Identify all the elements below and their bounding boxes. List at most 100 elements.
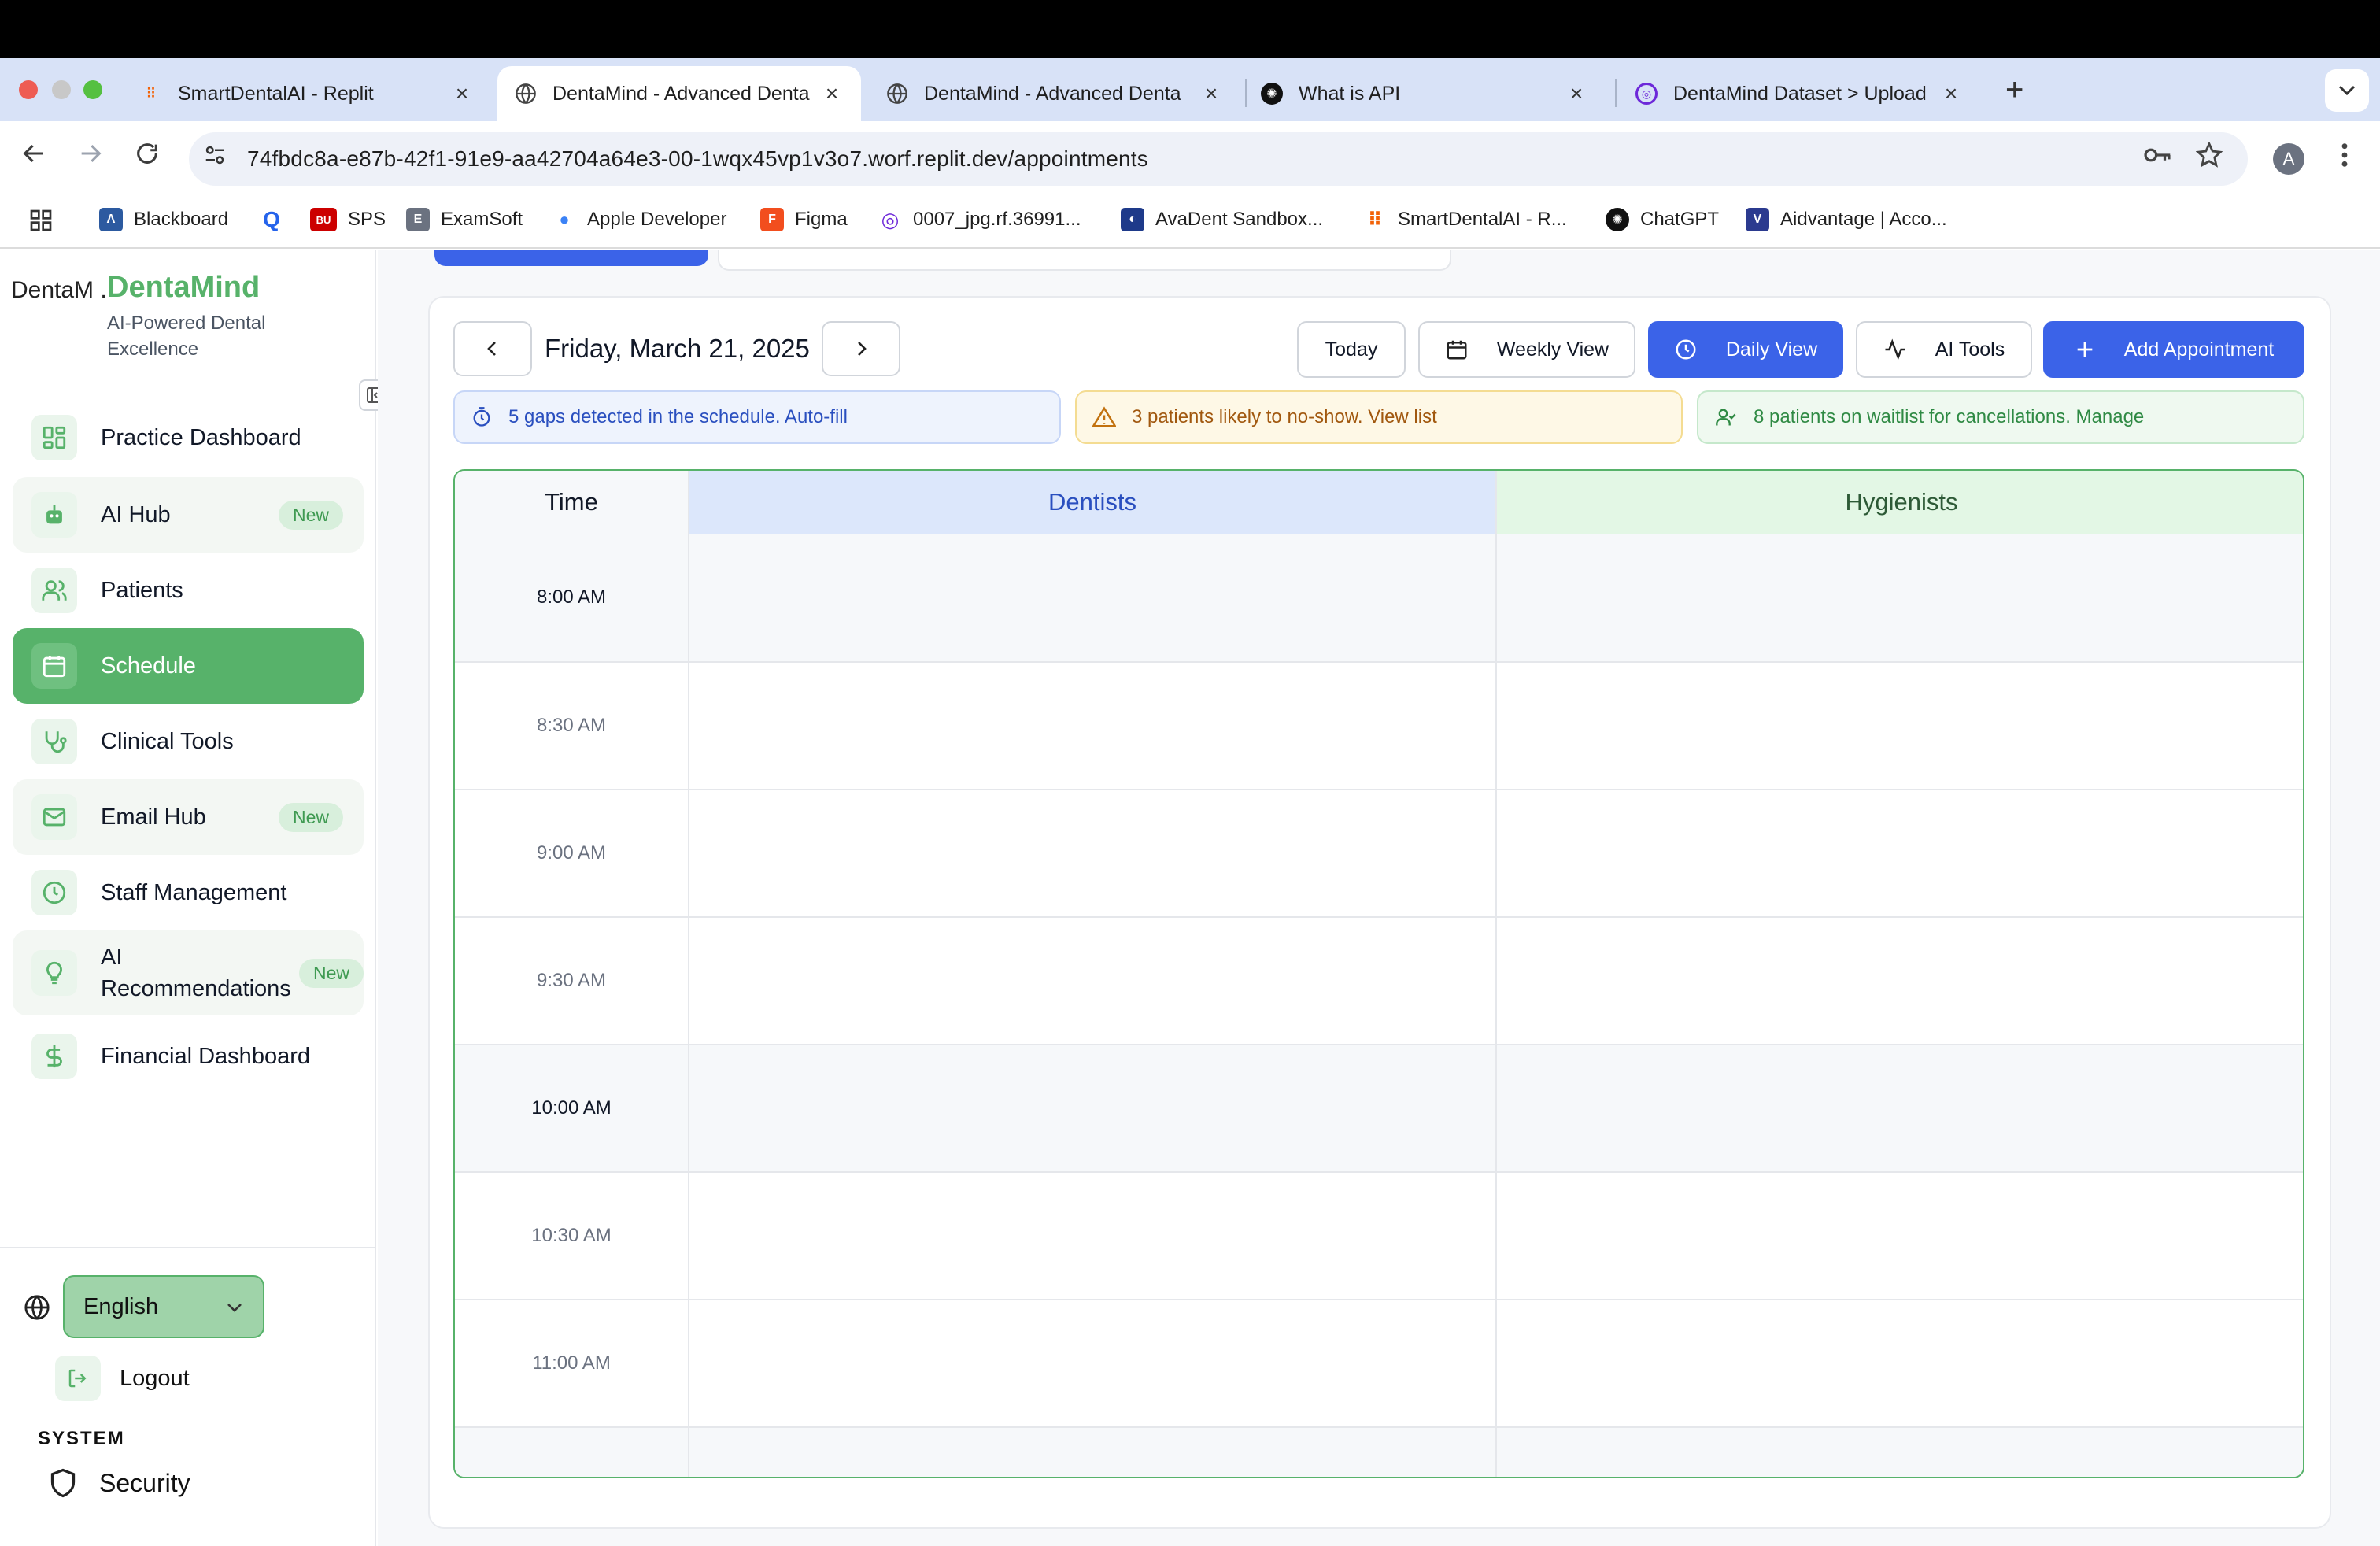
language-select[interactable]: English (63, 1275, 264, 1338)
close-tab-icon[interactable]: × (450, 81, 474, 106)
hygienist-slot[interactable] (1497, 663, 2303, 790)
hygienist-slot[interactable] (1497, 1045, 2303, 1173)
bookmark-star-icon[interactable] (2195, 141, 2223, 176)
sidebar-item-email-hub[interactable]: Email Hub New (13, 779, 364, 855)
waitlist-alert[interactable]: 8 patients on waitlist for cancellations… (1697, 390, 2304, 444)
dentist-slot[interactable] (689, 1428, 1497, 1477)
time-slot-label: 10:00 AM (455, 1045, 689, 1173)
today-button[interactable]: Today (1297, 321, 1406, 378)
add-appointment-label: Add Appointment (2123, 338, 2275, 361)
tab-search-button[interactable] (2325, 69, 2369, 112)
sidebar-item-schedule[interactable]: Schedule (13, 628, 364, 704)
new-tab-button[interactable]: + (2005, 72, 2023, 108)
time-slot-label (455, 1428, 689, 1477)
dentist-slot[interactable] (689, 1300, 1497, 1428)
dashboard-grid-icon (31, 415, 77, 460)
calendar-icon (1447, 340, 1467, 360)
time-slot-label: 11:00 AM (455, 1300, 689, 1428)
bookmark-apple-developer[interactable]: ● Apple Developer (552, 208, 726, 231)
apps-grid-icon[interactable] (28, 208, 54, 233)
dentists-column-header: Dentists (689, 471, 1497, 534)
bookmark-roboflow-image[interactable]: ◎ 0007_jpg.rf.36991... (878, 208, 1081, 231)
bookmark-blackboard[interactable]: Λ Blackboard (99, 208, 228, 231)
sidebar-divider (0, 1247, 376, 1248)
weekly-view-button[interactable]: Weekly View (1418, 321, 1635, 378)
close-tab-icon[interactable]: × (1939, 81, 1963, 106)
sidebar-item-practice-dashboard[interactable]: Practice Dashboard (13, 400, 364, 475)
gaps-alert[interactable]: 5 gaps detected in the schedule. Auto-fi… (453, 390, 1061, 444)
previous-day-button[interactable] (453, 321, 532, 376)
sidebar-item-clinical-tools[interactable]: Clinical Tools (13, 704, 364, 779)
sidebar-item-security[interactable]: Security (49, 1467, 190, 1499)
current-date: Friday, March 21, 2025 (545, 334, 810, 363)
sidebar-item-staff-management[interactable]: Staff Management (13, 855, 364, 930)
close-tab-icon[interactable]: × (1199, 81, 1223, 106)
ai-tools-button[interactable]: AI Tools (1856, 321, 2032, 378)
sidebar-item-ai-hub[interactable]: AI Hub New (13, 477, 364, 553)
bookmark-avadent[interactable]: ◐ AvaDent Sandbox... (1121, 208, 1323, 231)
url-text[interactable]: 74fbdc8a-e87b-42f1-91e9-aa42704a64e3-00-… (247, 146, 1148, 172)
dentist-slot[interactable] (689, 1173, 1497, 1300)
daily-view-button[interactable]: Daily View (1648, 321, 1843, 378)
no-show-alert[interactable]: 3 patients likely to no-show. View list (1075, 390, 1683, 444)
browser-tab-2[interactable]: DentaMind - Advanced Denta × (497, 66, 861, 121)
hygienist-slot[interactable] (1497, 1428, 2303, 1477)
time-slot-label: 8:00 AM (455, 534, 689, 663)
dentist-slot[interactable] (689, 1045, 1497, 1173)
close-tab-icon[interactable]: × (820, 81, 844, 106)
add-appointment-button[interactable]: Add Appointment (2043, 321, 2304, 378)
sidebar-item-ai-recommendations[interactable]: AI Recommendations New (13, 930, 364, 1015)
password-key-icon[interactable] (2142, 142, 2172, 176)
browser-menu-icon[interactable] (2341, 142, 2349, 176)
next-day-button[interactable] (822, 321, 900, 376)
bookmark-aidvantage[interactable]: V Aidvantage | Acco... (1746, 208, 1947, 231)
forward-button[interactable] (77, 140, 104, 174)
dentist-slot[interactable] (689, 790, 1497, 918)
browser-tab-3[interactable]: DentaMind - Advanced Denta × (869, 66, 1240, 121)
profile-avatar[interactable]: A (2273, 143, 2304, 175)
window-close-button[interactable] (19, 80, 38, 99)
hygienist-slot[interactable] (1497, 1300, 2303, 1428)
sidebar-item-financial-dashboard[interactable]: Financial Dashboard (13, 1019, 364, 1094)
bookmark-chatgpt[interactable]: ✺ ChatGPT (1606, 208, 1719, 231)
window-minimize-button[interactable] (52, 80, 71, 99)
hygienist-slot[interactable] (1497, 1173, 2303, 1300)
bookmark-smartdentalai[interactable]: ⠿ SmartDentalAI - R... (1363, 208, 1567, 231)
tab-title: DentaMind - Advanced Denta (924, 82, 1181, 105)
replit-icon: ⠿ (146, 85, 157, 102)
browser-tab-5[interactable]: ◎ DentaMind Dataset > Upload × (1618, 66, 1980, 121)
hygienist-slot[interactable] (1497, 790, 2303, 918)
site-settings-icon[interactable] (203, 143, 227, 172)
dentist-slot[interactable] (689, 663, 1497, 790)
time-slot-label: 9:30 AM (455, 918, 689, 1045)
sidebar-item-label: Staff Management (101, 880, 287, 905)
hygienist-slot[interactable] (1497, 918, 2303, 1045)
waitlist-alert-text: 8 patients on waitlist for cancellations… (1754, 406, 2145, 427)
bookmark-examsoft[interactable]: E ExamSoft (406, 208, 523, 231)
browser-tab-4[interactable]: ✺ What is API × (1244, 66, 1606, 121)
sidebar-item-label: AI Recommendations (101, 945, 291, 1001)
shield-icon (49, 1467, 77, 1499)
calendar-icon (31, 643, 77, 689)
bookmark-sps[interactable]: BU SPS (310, 208, 386, 231)
time-slot-label: 10:30 AM (455, 1173, 689, 1300)
hygienist-slot[interactable] (1497, 534, 2303, 663)
weekly-view-label: Weekly View (1496, 338, 1609, 361)
openai-icon: ✺ (1261, 83, 1283, 105)
dentist-slot[interactable] (689, 534, 1497, 663)
bookmark-figma[interactable]: F Figma (760, 208, 848, 231)
back-button[interactable] (20, 140, 47, 174)
users-icon (31, 568, 77, 613)
browser-tab-1[interactable]: ⠿ SmartDentalAI - Replit × (123, 66, 491, 121)
time-slot-label: 8:30 AM (455, 663, 689, 790)
bookmark-q[interactable]: Q (260, 207, 294, 231)
clock-icon (31, 870, 77, 915)
reload-button[interactable] (134, 140, 161, 174)
dentist-slot[interactable] (689, 918, 1497, 1045)
close-tab-icon[interactable]: × (1565, 81, 1588, 106)
logout-button[interactable]: Logout (55, 1356, 190, 1401)
window-zoom-button[interactable] (83, 80, 102, 99)
ai-tools-label: AI Tools (1935, 338, 2005, 361)
scrolled-primary-button[interactable] (434, 250, 708, 266)
sidebar-item-patients[interactable]: Patients (13, 553, 364, 628)
